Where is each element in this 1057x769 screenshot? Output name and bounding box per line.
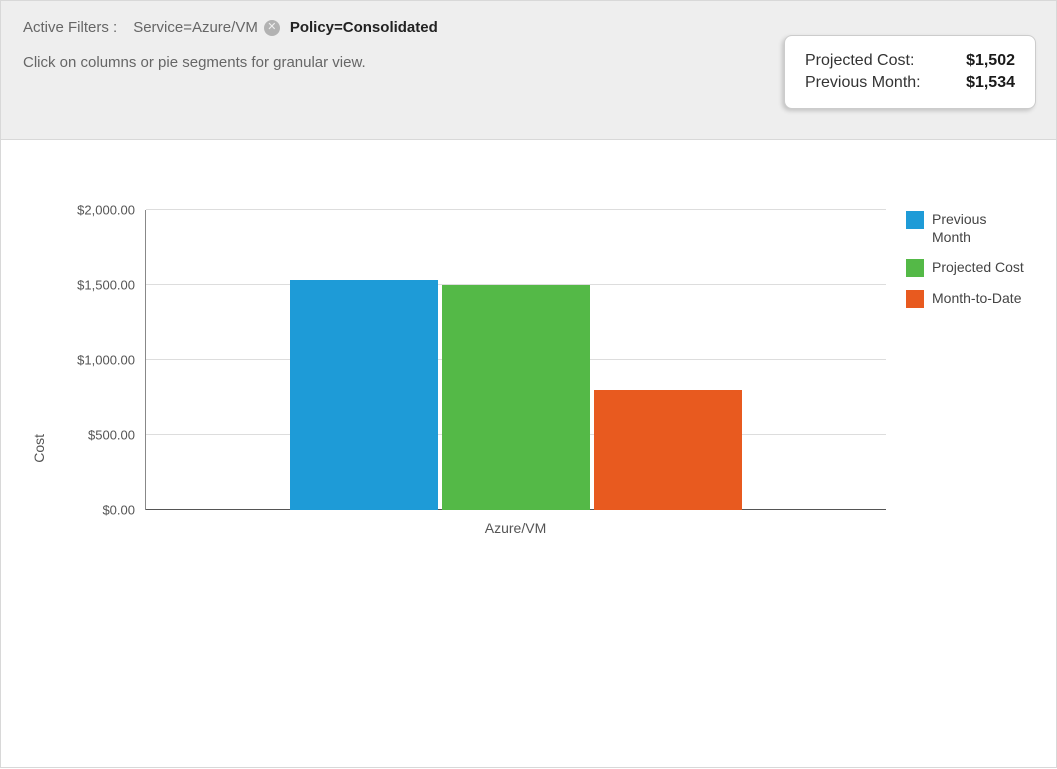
y-tick: $500.00: [88, 428, 135, 443]
close-icon[interactable]: ✕: [264, 20, 280, 36]
legend-swatch-icon: [906, 211, 924, 229]
chart-panel: Cost $2,000.00 $1,500.00 $1,000.00 $500.…: [0, 140, 1057, 768]
projected-cost-row: Projected Cost: $1,502: [805, 50, 1015, 72]
y-axis-ticks: $2,000.00 $1,500.00 $1,000.00 $500.00 $0…: [55, 210, 145, 510]
previous-month-row: Previous Month: $1,534: [805, 72, 1015, 94]
legend-item[interactable]: Previous Month: [906, 210, 1026, 246]
filter-tag-service-text: Service=Azure/VM: [133, 19, 258, 36]
bars-group: [146, 210, 886, 510]
legend-swatch-icon: [906, 290, 924, 308]
filters-panel: Active Filters : Service=Azure/VM ✕ Poli…: [0, 0, 1057, 140]
y-tick: $0.00: [102, 503, 135, 518]
filter-tag-policy[interactable]: Policy=Consolidated: [290, 19, 438, 36]
projected-cost-value: $1,502: [966, 52, 1015, 70]
chart-legend: Previous Month Projected Cost Month-to-Dat…: [906, 210, 1026, 320]
previous-month-value: $1,534: [966, 74, 1015, 92]
cost-summary-card: Projected Cost: $1,502 Previous Month: $…: [784, 35, 1036, 109]
y-axis-label: Cost: [31, 434, 47, 463]
chart-plot-area: $2,000.00 $1,500.00 $1,000.00 $500.00 $0…: [55, 210, 886, 510]
projected-cost-label: Projected Cost:: [805, 52, 914, 70]
legend-label: Projected Cost: [932, 258, 1024, 276]
legend-label: Month-to-Date: [932, 289, 1021, 307]
legend-swatch-icon: [906, 259, 924, 277]
filter-tag-policy-text: Policy=Consolidated: [290, 19, 438, 36]
filter-tag-service[interactable]: Service=Azure/VM ✕: [133, 19, 280, 36]
chart-grid: [145, 210, 886, 510]
previous-month-label: Previous Month:: [805, 74, 921, 92]
active-filters-row: Active Filters : Service=Azure/VM ✕ Poli…: [23, 19, 1034, 36]
legend-item[interactable]: Projected Cost: [906, 258, 1026, 277]
filters-label: Active Filters :: [23, 19, 117, 36]
x-axis-category: Azure/VM: [145, 510, 886, 536]
legend-label: Previous Month: [932, 210, 1026, 246]
chart-bar[interactable]: [442, 285, 590, 510]
chart-bar[interactable]: [290, 280, 438, 510]
legend-item[interactable]: Month-to-Date: [906, 289, 1026, 308]
y-tick: $1,000.00: [77, 353, 135, 368]
chart-bar[interactable]: [594, 390, 742, 510]
y-tick: $2,000.00: [77, 203, 135, 218]
y-tick: $1,500.00: [77, 278, 135, 293]
